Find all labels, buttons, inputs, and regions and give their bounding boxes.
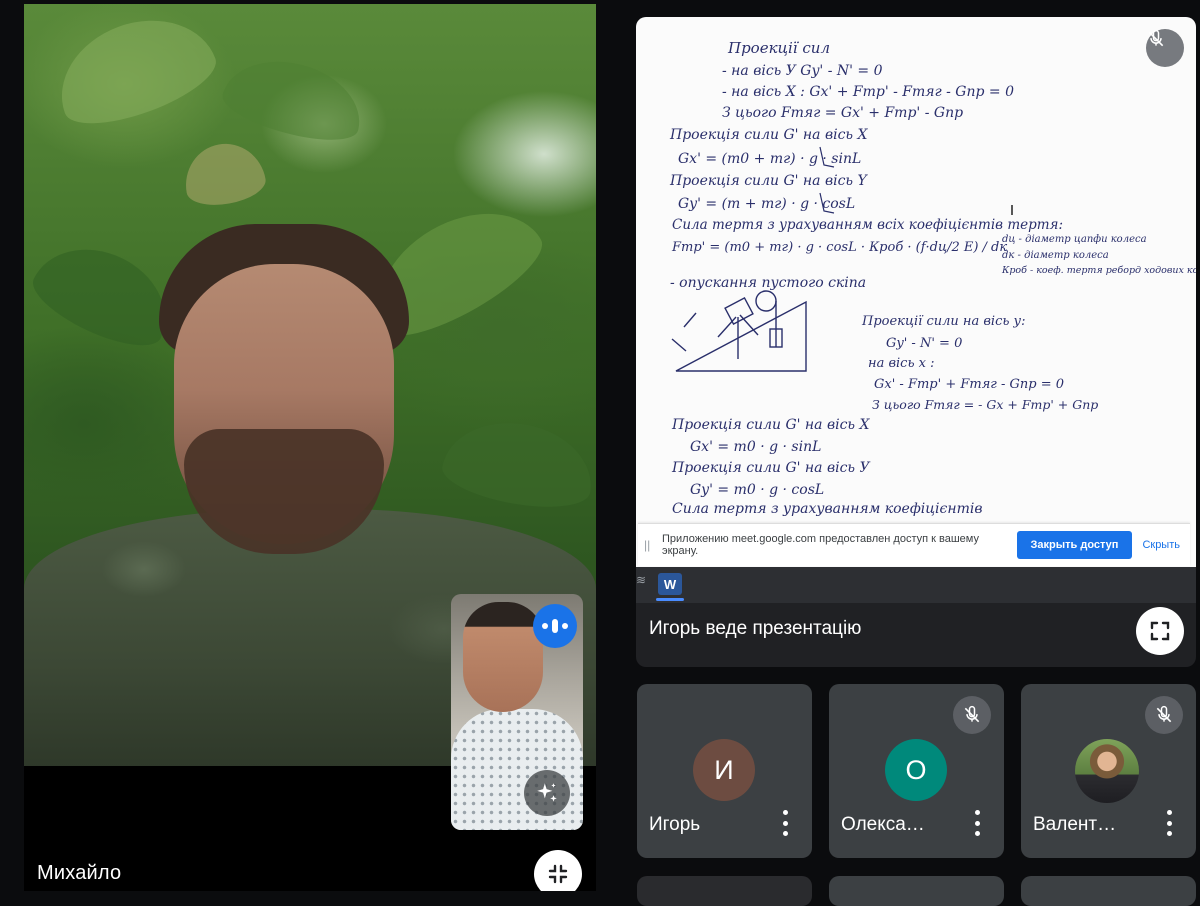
note-line: Проекція сили G' на вісь Х <box>671 417 870 433</box>
taskbar-edge-glyph: ≋ <box>636 573 647 587</box>
collapse-icon <box>548 864 568 884</box>
presenter-taskbar: ≋ W <box>636 567 1196 603</box>
participant-mic-off-indicator <box>953 696 991 734</box>
participant-tile[interactable]: Валент… <box>1021 684 1196 858</box>
collapse-button[interactable] <box>534 850 582 891</box>
hide-bar-link[interactable]: Скрыть <box>1142 539 1180 551</box>
note-line: на вісь х : <box>868 356 935 371</box>
fullscreen-button[interactable] <box>1136 607 1184 655</box>
participant-name: Игорь <box>649 814 701 835</box>
force-diagram <box>671 290 807 372</box>
note-line: Gy' = (m + mг) · g · cosL <box>678 196 855 212</box>
more-vert-icon[interactable] <box>1161 810 1177 836</box>
note-line: З цього Fтяг = Gx' + Fтр' - Gпр <box>722 105 963 121</box>
mic-off-icon <box>1156 705 1172 723</box>
audio-levels-icon <box>533 604 577 648</box>
mic-off-icon <box>1148 29 1164 47</box>
note-line: - на вісь У Gy' - N' = 0 <box>722 63 883 79</box>
participant-tile[interactable]: О Олекса… <box>829 684 1004 858</box>
self-view-shirt <box>451 709 583 830</box>
note-line: Сила тертя з урахуванням всіх коефіцієнт… <box>672 217 1063 233</box>
main-participant-name: Михайло <box>37 862 122 884</box>
presenter-mic-off-indicator <box>1146 29 1184 67</box>
note-line: Gx' = (m0 + mг) · g · sinL <box>678 151 861 167</box>
person-portrait <box>154 224 414 554</box>
note-line: Кроб - коеф. тертя реборд ходових коліс … <box>1001 265 1196 276</box>
share-message: Приложению meet.google.com предоставлен … <box>662 533 979 557</box>
participant-avatar: И <box>693 739 755 801</box>
more-vert-icon[interactable] <box>969 810 985 836</box>
note-line: Проекції сил <box>727 39 830 57</box>
participant-tile[interactable]: И Игорь <box>637 684 812 858</box>
note-line: Gy' = m0 · g · cosL <box>690 482 824 498</box>
note-line: Fтр' = (m0 + mг) · g · cosL · Кроб · (f·… <box>671 240 1007 255</box>
note-line: - на вісь Х : Gx' + Fтр' - Fтяг - Gпр = … <box>722 84 1014 100</box>
active-app-indicator <box>656 598 684 601</box>
note-line: Проекції сили на вісь у: <box>861 314 1025 329</box>
participant-name: Олекса… <box>841 814 925 835</box>
participant-tile-partial[interactable] <box>1021 876 1196 906</box>
note-line: Проекція сили G' на вісь У <box>671 460 870 476</box>
participant-tile-partial[interactable] <box>829 876 1004 906</box>
participant-name: Валент… <box>1033 814 1117 835</box>
handwriting-drawing: Проекції сил - на вісь У Gy' - N' = 0 - … <box>669 39 1196 517</box>
presenter-label: Игорь веде презентацію <box>649 618 862 639</box>
shared-screen-handwritten-notes: Проекції сил - на вісь У Gy' - N' = 0 - … <box>636 17 1196 567</box>
mic-off-icon <box>964 705 980 723</box>
participant-tile-partial[interactable] <box>637 876 812 906</box>
more-vert-icon[interactable] <box>777 810 793 836</box>
presentation-tile[interactable]: Проекції сил - на вісь У Gy' - N' = 0 - … <box>636 17 1196 667</box>
note-line: Сила тертя з урахуванням коефіцієнтів <box>672 501 982 517</box>
note-line: З цього Fтяг = - Gx + Fтр' + Gпр <box>872 397 1098 412</box>
note-line: dц - діаметр цапфи колеса <box>1002 234 1147 245</box>
visual-effects-button[interactable] <box>524 770 570 816</box>
note-line: Gx' = m0 · g · sinL <box>690 439 821 455</box>
note-line: Проекція сили G' на вісь Y <box>669 173 868 189</box>
note-line: - опускання пустого скіпа <box>670 275 866 291</box>
sparkle-icon <box>537 783 557 802</box>
note-line: Gx' - Fтр' + Fтяг - Gпр = 0 <box>874 377 1064 392</box>
note-line: Проекція сили G' на вісь X <box>669 127 868 143</box>
note-line: Gy' - N' = 0 <box>886 336 962 351</box>
fullscreen-icon <box>1150 621 1170 641</box>
drag-handle-icon[interactable]: || <box>644 538 658 552</box>
word-app-icon: W <box>658 573 682 595</box>
self-view-person <box>463 602 543 712</box>
note-line: dк - діаметр колеса <box>1002 250 1109 261</box>
screen-share-notification-bar: || Приложению meet.google.com предоставл… <box>638 523 1190 566</box>
participant-photo-avatar <box>1075 739 1139 803</box>
participant-avatar: О <box>885 739 947 801</box>
stop-sharing-button[interactable]: Закрыть доступ <box>1016 531 1133 559</box>
participant-mic-off-indicator <box>1145 696 1183 734</box>
